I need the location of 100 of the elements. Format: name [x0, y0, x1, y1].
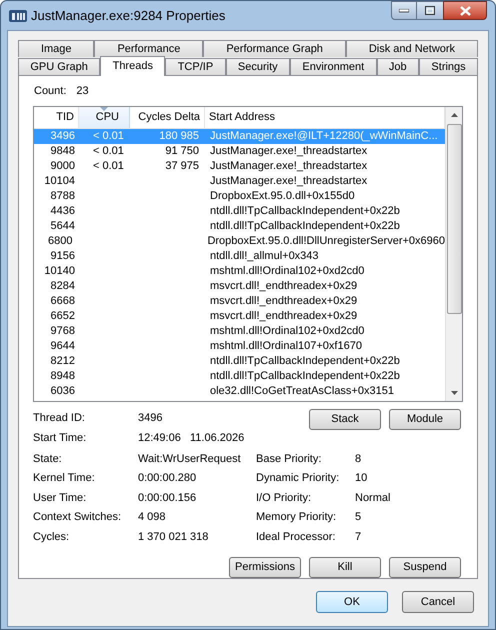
tab[interactable]: Security — [226, 58, 290, 75]
detail-label: Cycles: — [33, 530, 70, 544]
tab[interactable]: Disk and Network — [346, 40, 478, 57]
tid-cell-text: 10104 — [43, 174, 76, 189]
tab[interactable]: Job — [376, 58, 420, 75]
detail-label: Memory Priority: — [256, 510, 338, 525]
detail-label: Ideal Processor: — [256, 530, 336, 544]
tid-cell-text: 9644 — [50, 339, 76, 354]
thread-row[interactable]: 9768 mshtml.dll!Ordinal102+0xd2cd0 — [34, 324, 445, 339]
thread-row[interactable]: 9156 ntdll.dll!_allmul+0x343 — [34, 249, 445, 264]
tid-cell-text: 6668 — [50, 294, 76, 309]
detail-label: I/O Priority: — [256, 490, 312, 506]
tid-cell-text: 8284 — [50, 279, 76, 294]
action-button[interactable]: Module — [389, 409, 461, 430]
tid-cell-text: 9000 — [50, 159, 76, 174]
action-button[interactable]: Permissions — [229, 556, 301, 578]
thread-row[interactable]: 6800 DropboxExt.95.0.dll!DllUnregisterServer+0x6960 — [34, 234, 445, 249]
tab[interactable]: Threads — [100, 56, 166, 76]
tid-cell-text: 10140 — [43, 264, 76, 279]
detail-value: 5 — [355, 510, 362, 525]
action-button[interactable]: Kill — [309, 556, 381, 578]
detail-value: 0:00:00.156 — [138, 490, 196, 506]
scrollbar[interactable] — [445, 107, 462, 401]
address-cell: msvcrt.dll!_endthreadex+0x29 — [210, 310, 358, 322]
detail-value: 8 — [355, 452, 362, 466]
window-title: JustManager.exe:9284 Properties — [31, 6, 226, 25]
address-cell: ntdll.dll!TpCallbackIndependent+0x22b — [210, 370, 400, 382]
tab[interactable]: Performance — [94, 40, 204, 57]
cpu-cell: < 0.01 — [93, 145, 124, 157]
detail-label: Start Time: — [33, 430, 88, 446]
detail-value: 12:49:06 11.06.2026 — [138, 430, 244, 446]
tid-cell-text: 8212 — [50, 354, 76, 369]
count-label: Count: — [34, 84, 66, 99]
tid-cell-text: 5644 — [50, 219, 76, 234]
detail-label: Dynamic Priority: — [256, 471, 340, 486]
address-cell: ntdll.dll!TpCallbackIndependent+0x22b — [210, 205, 400, 217]
tid-cell-text: 6652 — [50, 309, 76, 324]
tid-cell-text: 8948 — [50, 369, 76, 384]
app-logo-icon — [9, 8, 27, 22]
thread-row[interactable]: 6652 msvcrt.dll!_endthreadex+0x29 — [34, 309, 445, 324]
thread-row[interactable]: 8284 msvcrt.dll!_endthreadex+0x29 — [34, 279, 445, 294]
address-cell: ntdll.dll!_allmul+0x343 — [210, 250, 319, 262]
maximize-button[interactable] — [417, 1, 443, 20]
address-cell: JustManager.exe!@ILT+12280(_wWinMainC... — [210, 130, 438, 142]
detail-label: Kernel Time: — [33, 471, 96, 486]
action-button[interactable]: Suspend — [389, 556, 461, 578]
address-cell: JustManager.exe!_threadstartex — [210, 175, 368, 187]
tab[interactable]: TCP/IP — [165, 58, 226, 75]
column-header[interactable]: CPU — [79, 107, 130, 128]
detail-label: User Time: — [33, 490, 88, 506]
thread-row[interactable]: 10104 JustManager.exe!_threadstartex — [34, 174, 445, 189]
tab[interactable]: Environment — [290, 58, 377, 75]
tab[interactable]: Strings — [419, 58, 478, 75]
detail-value: 0:00:00.280 — [138, 471, 196, 486]
cycles-cell: 37 975 — [165, 160, 199, 172]
dialog-button[interactable]: OK — [316, 591, 388, 613]
thread-row[interactable]: 8948 ntdll.dll!TpCallbackIndependent+0x22b — [34, 369, 445, 384]
thread-row[interactable]: 10140 mshtml.dll!Ordinal102+0xd2cd0 — [34, 264, 445, 279]
thread-list[interactable] — [33, 106, 463, 402]
minimize-button[interactable] — [391, 1, 417, 20]
detail-value: 3496 — [138, 410, 162, 426]
tid-cell-text: 6036 — [50, 384, 76, 399]
thread-row[interactable]: 5644 ntdll.dll!TpCallbackIndependent+0x22b — [34, 219, 445, 234]
detail-label: State: — [33, 452, 63, 466]
detail-label: Thread ID: — [33, 410, 86, 426]
scroll-thumb[interactable] — [446, 124, 462, 314]
tid-cell-text: 6800 — [46, 234, 74, 249]
tid-cell-text: 8788 — [50, 189, 76, 204]
detail-label: Context Switches: — [33, 510, 122, 525]
tid-cell-text: 3496 — [50, 129, 76, 144]
detail-value: Normal — [355, 490, 390, 506]
address-cell: JustManager.exe!_threadstartex — [210, 160, 368, 172]
action-button[interactable]: Stack — [309, 409, 381, 430]
thread-row[interactable]: 8788 DropboxExt.95.0.dll+0x155d0 — [34, 189, 445, 204]
close-icon — [460, 6, 470, 16]
cycles-cell: 180 985 — [159, 130, 199, 142]
address-cell: mshtml.dll!Ordinal102+0xd2cd0 — [210, 325, 364, 337]
column-header[interactable]: Cycles Delta — [130, 107, 205, 128]
address-cell: mshtml.dll!Ordinal107+0xf1670 — [210, 340, 362, 352]
tid-cell-text: 4436 — [50, 204, 76, 219]
thread-row[interactable]: 9848 < 0.01 91 750 JustManager.exe!_threadstartex — [34, 144, 445, 159]
tab[interactable]: GPU Graph — [18, 58, 100, 75]
address-cell: ntdll.dll!TpCallbackIndependent+0x22b — [210, 355, 400, 367]
tab[interactable]: Image — [18, 40, 94, 57]
tid-cell-text: 9156 — [50, 249, 76, 264]
address-cell: JustManager.exe!_threadstartex — [210, 145, 368, 157]
thread-row[interactable]: 9000 < 0.01 37 975 JustManager.exe!_threadstartex — [34, 159, 445, 174]
thread-row[interactable]: 9644 mshtml.dll!Ordinal107+0xf1670 — [34, 339, 445, 354]
tid-cell-text: 9848 — [50, 144, 76, 159]
thread-row[interactable]: 4436 ntdll.dll!TpCallbackIndependent+0x22b — [34, 204, 445, 219]
detail-value: 4 098 — [138, 510, 166, 525]
detail-label: Base Priority: — [256, 452, 322, 466]
dialog-button[interactable]: Cancel — [402, 591, 474, 613]
count-value: 23 — [76, 84, 89, 99]
tab[interactable]: Performance Graph — [203, 40, 346, 57]
close-button[interactable] — [443, 1, 487, 20]
thread-row[interactable]: 6668 msvcrt.dll!_endthreadex+0x29 — [34, 294, 445, 309]
thread-row[interactable]: 6036 ole32.dll!CoGetTreatAsClass+0x3151 — [34, 384, 445, 399]
address-cell: msvcrt.dll!_endthreadex+0x29 — [210, 280, 358, 292]
thread-row[interactable]: 8212 ntdll.dll!TpCallbackIndependent+0x22b — [34, 354, 445, 369]
